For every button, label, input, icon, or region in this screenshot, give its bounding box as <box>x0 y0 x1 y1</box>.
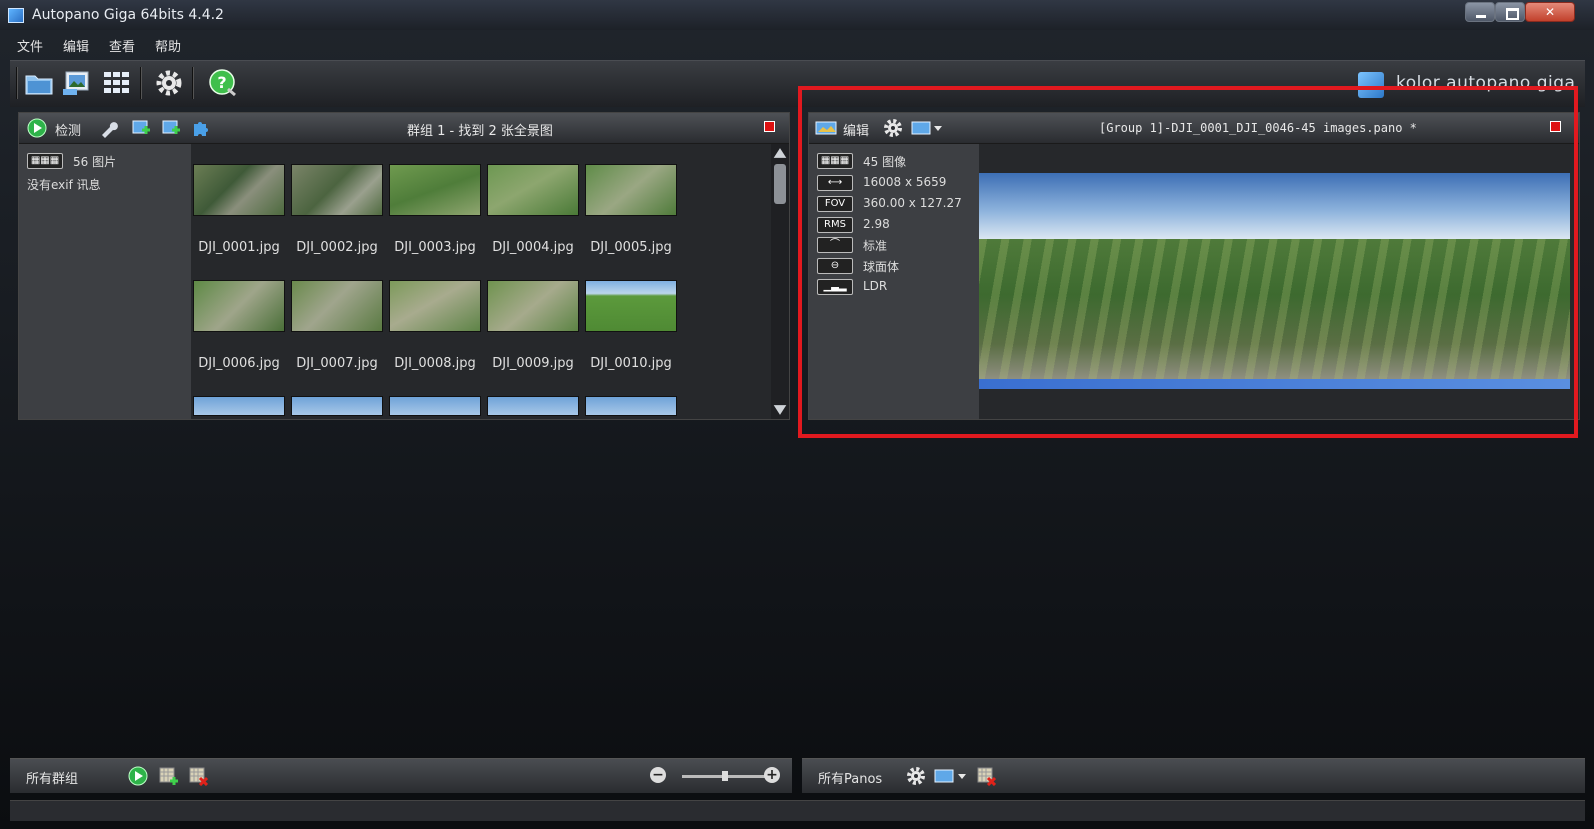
thumbnail-image[interactable] <box>193 164 285 216</box>
image-stack-icon: ▦▦▦ <box>27 153 63 169</box>
import-images-icon[interactable] <box>62 69 92 97</box>
minimize-button[interactable] <box>1465 2 1495 22</box>
detect-button-label[interactable]: 检测 <box>55 120 81 139</box>
thumbnail-image[interactable] <box>585 164 677 216</box>
thumbnail-image[interactable] <box>291 280 383 332</box>
zoom-slider-knob[interactable] <box>722 771 728 781</box>
panos-bottom-bar: 所有Panos <box>802 758 1585 793</box>
thumbnail-filename: DJI_0002.jpg <box>296 240 378 255</box>
help-icon[interactable]: ? <box>208 69 238 97</box>
highlight-box <box>798 86 1578 438</box>
svg-text:?: ? <box>217 73 226 92</box>
thumbnail-filename: DJI_0010.jpg <box>590 356 672 371</box>
group-image-count-row: ▦▦▦ 56 图片 <box>27 153 116 169</box>
settings-gear-icon[interactable] <box>906 766 926 786</box>
scroll-down-arrow-icon[interactable] <box>773 405 787 415</box>
puzzle-icon[interactable] <box>191 118 211 138</box>
group-info-column: ▦▦▦ 56 图片 没有exif 讯息 <box>19 144 191 419</box>
remove-pano-icon[interactable] <box>976 766 996 786</box>
group-panel: 检测 群组 1 - 找到 2 张全景图 ▦▦▦ 56 图片 没有exif 讯息 … <box>18 112 790 420</box>
thumbnail-grid: DJI_0001.jpg DJI_0002.jpg DJI_0003.jpg D… <box>191 144 771 419</box>
maximize-button[interactable] <box>1495 2 1525 22</box>
thumbnail-image[interactable] <box>389 396 481 416</box>
thumbnail-image[interactable] <box>487 396 579 416</box>
thumbnail-image[interactable] <box>389 164 481 216</box>
thumbnail-filename: DJI_0003.jpg <box>394 240 476 255</box>
open-folder-icon[interactable] <box>24 69 54 97</box>
app-window: Autopano Giga 64bits 4.4.2 ✕ 文件 编辑 查看 帮助 <box>0 0 1594 829</box>
settings-gear-icon[interactable] <box>154 69 184 97</box>
thumbnail-filename: DJI_0007.jpg <box>296 356 378 371</box>
thumbnail-image[interactable] <box>585 280 677 332</box>
thumbnail-filename: DJI_0008.jpg <box>394 356 476 371</box>
menu-view[interactable]: 查看 <box>109 36 135 55</box>
group-panel-close-button[interactable] <box>764 121 775 132</box>
thumbnail-image[interactable] <box>585 396 677 416</box>
window-title: Autopano Giga 64bits 4.4.2 <box>32 7 224 23</box>
group-panel-header: 检测 群组 1 - 找到 2 张全景图 <box>19 113 789 144</box>
menu-file[interactable]: 文件 <box>17 36 43 55</box>
thumbnail-image[interactable] <box>291 164 383 216</box>
play-icon[interactable] <box>128 766 148 786</box>
toolbar-separator <box>192 67 194 99</box>
title-bar: Autopano Giga 64bits 4.4.2 ✕ <box>0 0 1594 30</box>
thumbnail-image[interactable] <box>193 396 285 416</box>
toolbar-separator <box>140 67 142 99</box>
play-detect-icon[interactable] <box>27 118 47 138</box>
menu-help[interactable]: 帮助 <box>155 36 181 55</box>
thumbnail-image[interactable] <box>291 396 383 416</box>
scrollbar-thumb[interactable] <box>774 164 786 204</box>
thumbnail-filename: DJI_0005.jpg <box>590 240 672 255</box>
add-batch-icon[interactable] <box>158 766 178 786</box>
group-image-count: 56 图片 <box>73 155 117 169</box>
zoom-in-icon[interactable]: + <box>764 767 780 783</box>
exif-note: 没有exif 讯息 <box>27 178 101 192</box>
scroll-up-arrow-icon[interactable] <box>773 148 787 158</box>
zoom-out-icon[interactable]: − <box>650 767 666 783</box>
status-bar <box>10 800 1585 821</box>
toolbar-separator <box>16 67 18 99</box>
thumbnail-filename: DJI_0006.jpg <box>198 356 280 371</box>
all-panos-label: 所有Panos <box>818 772 883 787</box>
wrench-icon[interactable] <box>99 118 119 138</box>
thumbnail-filename: DJI_0004.jpg <box>492 240 574 255</box>
add-group-icon[interactable] <box>161 118 181 138</box>
grid-view-icon[interactable] <box>102 69 132 97</box>
thumbnail-filename: DJI_0009.jpg <box>492 356 574 371</box>
add-image-icon[interactable] <box>131 118 151 138</box>
remove-batch-icon[interactable] <box>188 766 208 786</box>
thumbnail-scrollbar[interactable] <box>771 144 789 419</box>
group-panel-title: 群组 1 - 找到 2 张全景图 <box>407 124 553 139</box>
app-icon <box>8 8 24 23</box>
thumbnail-image[interactable] <box>487 164 579 216</box>
thumbnail-image[interactable] <box>487 280 579 332</box>
groups-bottom-bar: 所有群组 − + <box>10 758 792 793</box>
thumbnail-image[interactable] <box>389 280 481 332</box>
thumbnail-filename: DJI_0001.jpg <box>198 240 280 255</box>
close-window-button[interactable]: ✕ <box>1525 2 1575 22</box>
thumbnail-image[interactable] <box>193 280 285 332</box>
render-dropdown-icon[interactable] <box>934 766 968 786</box>
all-groups-label: 所有群组 <box>26 772 79 787</box>
menu-edit[interactable]: 编辑 <box>63 36 89 55</box>
